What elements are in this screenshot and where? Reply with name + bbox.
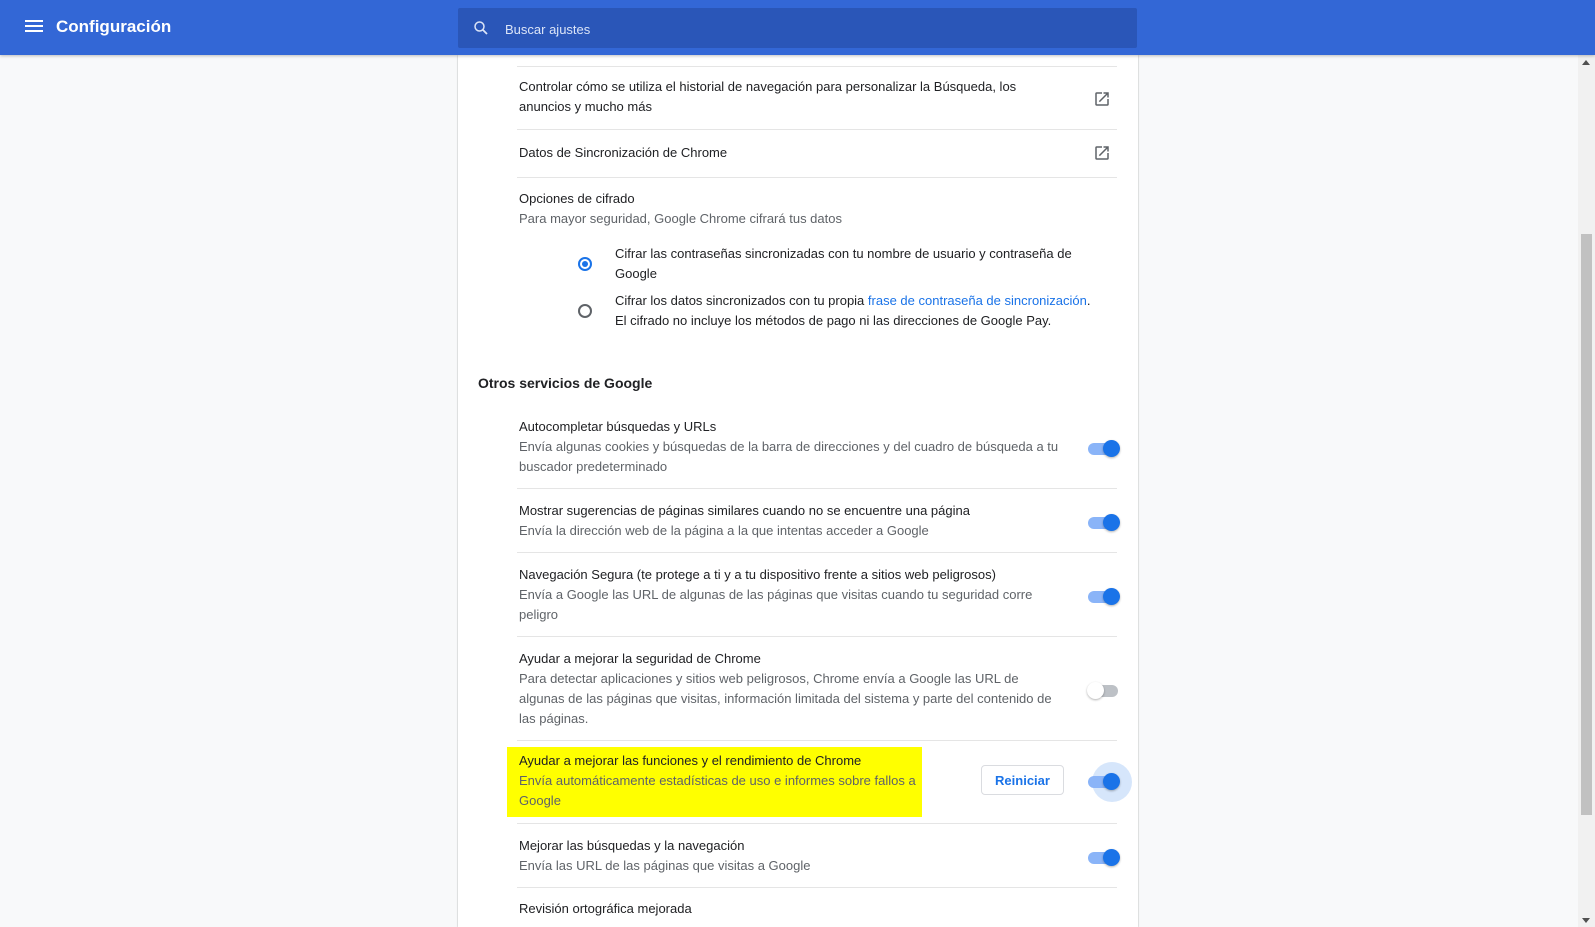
search-box[interactable] xyxy=(458,8,1137,50)
scroll-up-arrow-icon[interactable] xyxy=(1582,60,1590,65)
sync-passphrase-link[interactable]: frase de contraseña de sincronización xyxy=(868,293,1087,308)
scroll-down-arrow-icon[interactable] xyxy=(1582,918,1590,923)
divider xyxy=(517,823,1117,824)
setting-row-similar-pages[interactable]: Mostrar sugerencias de páginas similares… xyxy=(458,499,1138,553)
restart-button[interactable]: Reiniciar xyxy=(981,765,1064,795)
setting-desc: Envía algunas cookies y búsquedas de la … xyxy=(519,439,1059,474)
divider xyxy=(517,636,1117,637)
setting-desc: Envía automáticamente estadísticas de us… xyxy=(519,773,916,808)
radio-encrypt-passwords[interactable] xyxy=(578,257,592,271)
setting-row-chrome-security[interactable]: Ayudar a mejorar la seguridad de Chrome … xyxy=(458,647,1138,741)
divider xyxy=(517,887,1117,888)
option2-text: Cifrar los datos sincronizados con tu pr… xyxy=(615,293,868,308)
divider xyxy=(517,177,1117,178)
setting-title: Navegación Segura (te protege a ti y a t… xyxy=(519,567,996,582)
history-control-row[interactable]: Controlar cómo se utiliza el historial d… xyxy=(458,75,1138,130)
chrome-sync-data-row[interactable]: Datos de Sincronización de Chrome xyxy=(458,130,1138,178)
setting-desc: Para detectar aplicaciones y sitios web … xyxy=(519,671,1052,726)
setting-row-autocomplete[interactable]: Autocompletar búsquedas y URLs Envía alg… xyxy=(458,415,1138,489)
similar-pages-toggle[interactable] xyxy=(1088,512,1120,532)
usage-stats-toggle[interactable] xyxy=(1088,762,1132,802)
setting-title: Autocompletar búsquedas y URLs xyxy=(519,419,717,434)
safe-browsing-toggle[interactable] xyxy=(1088,586,1120,606)
setting-row-improve-search[interactable]: Mejorar las búsquedas y la navegación En… xyxy=(458,834,1138,888)
top-bar: Configuración xyxy=(0,0,1595,55)
chrome-sync-data-label: Datos de Sincronización de Chrome xyxy=(519,145,728,160)
radio-encrypt-passphrase-label[interactable]: Cifrar los datos sincronizados con tu pr… xyxy=(615,291,1105,331)
divider xyxy=(517,66,1117,67)
radio-encrypt-passphrase[interactable] xyxy=(578,304,592,318)
search-icon xyxy=(474,21,488,35)
option2-note: El cifrado no incluye los métodos de pag… xyxy=(615,313,1052,328)
setting-title: Mostrar sugerencias de páginas similares… xyxy=(519,503,970,518)
setting-title: Revisión ortográfica mejorada xyxy=(519,901,692,916)
setting-desc: Envía la dirección web de la página a la… xyxy=(519,523,929,538)
setting-desc: Envía a Google las URL de algunas de las… xyxy=(519,587,1033,622)
menu-icon[interactable] xyxy=(23,17,45,37)
setting-title: Ayudar a mejorar la seguridad de Chrome xyxy=(519,651,761,666)
divider xyxy=(517,488,1117,489)
autocomplete-toggle[interactable] xyxy=(1088,438,1120,458)
divider xyxy=(517,740,1117,741)
option2-period: . xyxy=(1086,293,1091,308)
encryption-title: Opciones de cifrado xyxy=(519,191,635,206)
setting-desc: Envía las URL de las páginas que visitas… xyxy=(519,858,811,873)
divider xyxy=(517,552,1117,553)
radio-encrypt-passwords-label[interactable]: Cifrar las contraseñas sincronizadas con… xyxy=(615,244,1085,284)
scrollbar-thumb[interactable] xyxy=(1581,234,1592,815)
section-title-other-services: Otros servicios de Google xyxy=(478,375,653,391)
history-control-label: Controlar cómo se utiliza el historial d… xyxy=(519,79,1017,114)
setting-row-spellcheck[interactable]: Revisión ortográfica mejorada xyxy=(458,898,1138,927)
open-in-new-icon[interactable] xyxy=(1093,144,1111,162)
setting-title: Mejorar las búsquedas y la navegación xyxy=(519,838,745,853)
encryption-desc: Para mayor seguridad, Google Chrome cifr… xyxy=(519,211,842,226)
setting-title: Ayudar a mejorar las funciones y el rend… xyxy=(519,753,862,768)
setting-row-safe-browsing[interactable]: Navegación Segura (te protege a ti y a t… xyxy=(458,563,1138,637)
scrollbar[interactable] xyxy=(1578,55,1595,927)
open-in-new-icon[interactable] xyxy=(1093,90,1111,108)
improve-search-toggle[interactable] xyxy=(1088,847,1120,867)
chrome-security-toggle[interactable] xyxy=(1087,680,1120,700)
page-title: Configuración xyxy=(56,17,172,36)
search-input[interactable] xyxy=(503,8,1127,50)
settings-card: Controlar cómo se utiliza el historial d… xyxy=(458,55,1138,927)
